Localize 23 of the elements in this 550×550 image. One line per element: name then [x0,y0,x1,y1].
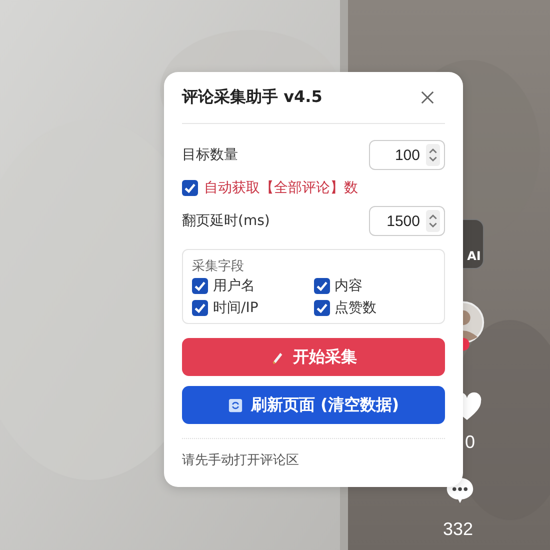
checkbox-label: 自动获取【全部评论】数 [204,179,358,197]
setting-label: 翻页延时(ms) [182,212,270,230]
refresh-button[interactable]: 刷新页面 (清空数据) [182,386,445,424]
close-icon[interactable] [420,90,435,105]
spinner-icon[interactable] [426,144,440,166]
checkbox-label: 时间/IP [213,299,258,317]
spinner-icon[interactable] [426,210,440,232]
checkbox-label: 内容 [334,277,362,295]
setting-label: 目标数量 [182,146,238,164]
like-count: 0 [465,432,476,453]
status-text: 请先手动打开评论区 [182,452,300,469]
checkbox[interactable] [192,278,208,294]
checkbox[interactable] [314,300,330,316]
checkbox[interactable] [192,300,208,316]
checkbox[interactable] [314,278,330,294]
group-title: 采集字段 [192,258,245,275]
checkbox[interactable] [182,180,198,196]
comment-count: 332 [443,519,474,540]
dialog-title: 评论采集助手 v4.5 [182,87,322,108]
start-button[interactable]: 开始采集 [182,338,445,376]
checkbox-label: 点赞数 [334,299,376,317]
refresh-icon [228,398,243,412]
checkbox-label: 用户名 [213,277,255,295]
